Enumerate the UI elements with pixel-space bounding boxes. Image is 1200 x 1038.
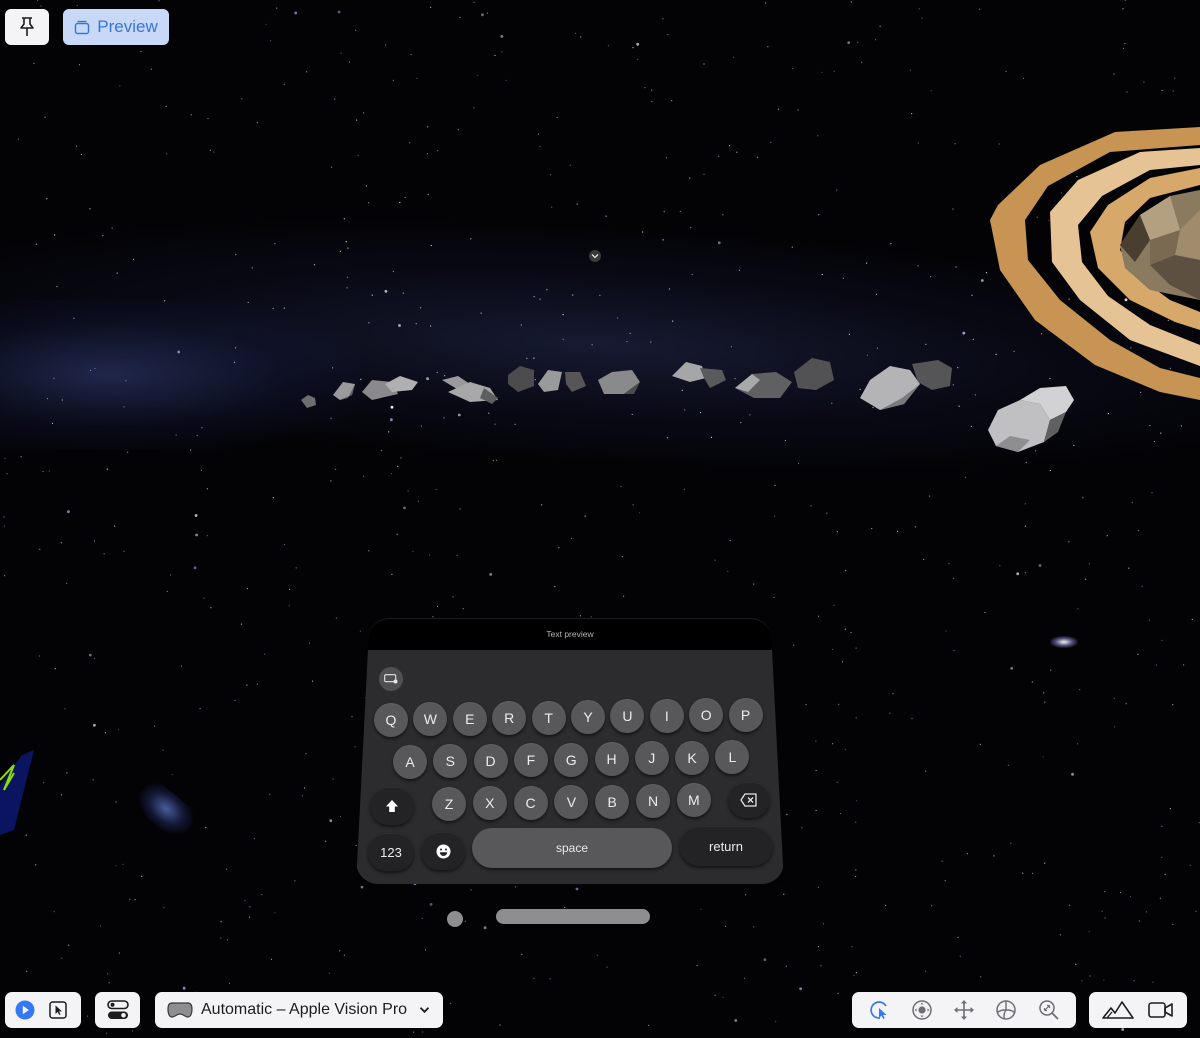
delete-backward-icon: [740, 793, 758, 807]
shift-icon: [385, 799, 399, 813]
run-controls: [5, 992, 81, 1028]
cursor-select-icon[interactable]: [49, 1001, 67, 1019]
keyboard-toggle-button[interactable]: [379, 667, 403, 691]
collapse-chevron-button[interactable]: [589, 250, 601, 262]
numbers-key[interactable]: 123: [368, 833, 414, 871]
text-preview-label: Text preview: [546, 629, 594, 639]
chevron-down-icon: [419, 1006, 430, 1014]
key-x[interactable]: X: [472, 786, 507, 821]
device-label: Automatic – Apple Vision Pro: [201, 1001, 408, 1018]
video-camera-icon[interactable]: [1148, 1001, 1174, 1019]
interact-cursor-icon[interactable]: [868, 999, 890, 1021]
window-grab-bar[interactable]: [496, 909, 650, 924]
key-j[interactable]: J: [634, 741, 669, 776]
orbit-icon[interactable]: [995, 999, 1017, 1021]
keyboard-icon: [384, 674, 398, 684]
emoji-icon: [436, 844, 451, 859]
emoji-key[interactable]: [421, 832, 465, 870]
key-c[interactable]: C: [513, 785, 548, 820]
shift-key[interactable]: [370, 787, 414, 825]
window-stack-icon: [74, 19, 90, 35]
space-key[interactable]: space: [472, 828, 672, 868]
pin-button[interactable]: [5, 9, 49, 45]
key-p[interactable]: P: [728, 697, 763, 732]
environment-controls: [1089, 992, 1187, 1028]
preview-button[interactable]: Preview: [63, 9, 169, 45]
settings-button[interactable]: [95, 992, 140, 1028]
numbers-key-label: 123: [380, 844, 402, 860]
key-g[interactable]: G: [554, 742, 589, 777]
camera-tools: [852, 992, 1076, 1028]
key-a[interactable]: A: [393, 745, 427, 779]
device-selector[interactable]: Automatic – Apple Vision Pro: [155, 992, 443, 1028]
return-key[interactable]: return: [679, 826, 773, 866]
chevron-down-icon: [591, 253, 599, 259]
partial-object-edge: [0, 750, 34, 835]
key-f[interactable]: F: [513, 743, 548, 778]
key-d[interactable]: D: [473, 743, 508, 778]
window-close-dot[interactable]: [447, 911, 463, 927]
key-z[interactable]: Z: [432, 787, 466, 821]
preview-label: Preview: [97, 17, 158, 36]
zoom-icon[interactable]: [1038, 999, 1060, 1021]
look-around-icon[interactable]: [911, 999, 933, 1021]
key-t[interactable]: T: [531, 700, 566, 735]
pan-arrows-icon[interactable]: [953, 999, 975, 1021]
space-key-label: space: [555, 841, 589, 855]
key-b[interactable]: B: [595, 784, 630, 819]
delete-key[interactable]: [728, 782, 770, 818]
key-y[interactable]: Y: [571, 700, 605, 734]
key-k[interactable]: K: [675, 740, 710, 775]
pin-icon: [18, 16, 36, 38]
text-preview-bar: Text preview: [368, 618, 772, 655]
key-m[interactable]: M: [676, 783, 711, 818]
key-n[interactable]: N: [636, 784, 670, 818]
return-key-label: return: [709, 838, 743, 854]
play-icon[interactable]: [15, 1000, 35, 1020]
toggles-icon: [106, 1000, 129, 1020]
key-q[interactable]: Q: [374, 703, 408, 737]
vision-pro-icon: [167, 1002, 193, 1018]
key-e[interactable]: E: [452, 701, 487, 736]
key-i[interactable]: I: [649, 698, 684, 733]
mountains-icon[interactable]: [1102, 1001, 1134, 1019]
key-h[interactable]: H: [594, 742, 629, 776]
